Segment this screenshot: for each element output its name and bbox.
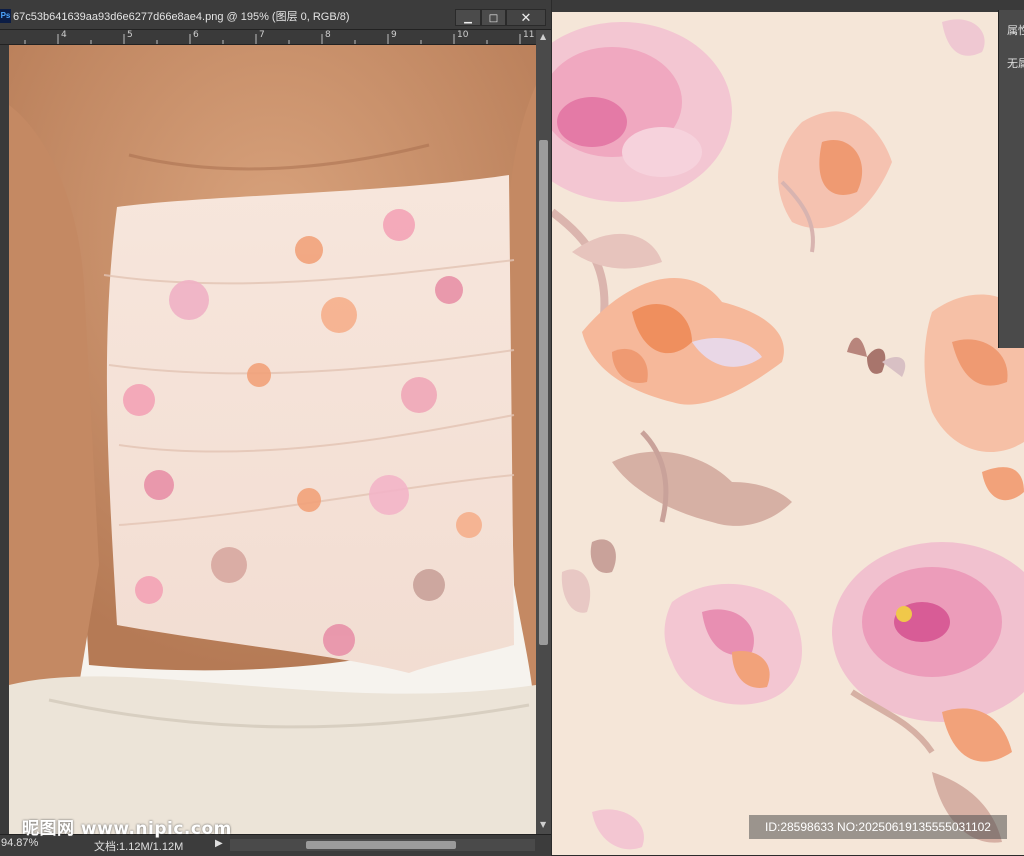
- model-photo: [9, 45, 536, 834]
- properties-panel[interactable]: 属性 无属: [998, 10, 1024, 348]
- pattern-document-area: [552, 0, 1024, 855]
- ruler-label: 11: [523, 30, 535, 40]
- floral-pattern-canvas[interactable]: [552, 12, 1024, 855]
- horizontal-scrollbar[interactable]: [230, 839, 535, 851]
- horizontal-scroll-thumb[interactable]: [306, 841, 456, 849]
- ruler-label: 7: [259, 30, 265, 40]
- minimize-button[interactable]: ▁: [455, 9, 481, 26]
- ruler-label: 4: [61, 30, 67, 40]
- ruler-label: 9: [391, 30, 397, 40]
- horizontal-ruler[interactable]: 4 5 6 7 8 9 10 11: [0, 30, 536, 45]
- vertical-scrollbar[interactable]: ▲ ▼: [536, 30, 551, 834]
- photoshop-icon: Ps: [0, 9, 11, 23]
- image-id-watermark: ID:28598633 NO:20250619135555031102: [749, 815, 1007, 839]
- floral-pattern: [552, 12, 1024, 855]
- ruler-label: 8: [325, 30, 331, 40]
- document-canvas[interactable]: [9, 45, 536, 834]
- maximize-button[interactable]: □: [481, 9, 506, 26]
- vertical-ruler[interactable]: [0, 45, 9, 834]
- scroll-up-icon[interactable]: ▲: [540, 32, 546, 41]
- pattern-ruler[interactable]: [552, 0, 1024, 12]
- ruler-label: 10: [457, 30, 469, 40]
- properties-panel-value: 无属: [1007, 57, 1024, 70]
- scroll-down-icon[interactable]: ▼: [540, 820, 546, 829]
- document-window: Ps 67c53b641639aa93d6e6277d66e8ae4.png @…: [0, 0, 551, 856]
- ruler-label: 5: [127, 30, 133, 40]
- ruler-label: 6: [193, 30, 199, 40]
- status-menu-arrow-icon[interactable]: ▶: [215, 838, 223, 849]
- vertical-scroll-thumb[interactable]: [539, 140, 548, 645]
- ruler-ticks: [24, 34, 521, 44]
- close-button[interactable]: ✕: [506, 9, 546, 26]
- properties-panel-title[interactable]: 属性: [1007, 22, 1024, 38]
- site-watermark: 昵图网 www.nipic.com: [22, 819, 232, 839]
- document-title-bar[interactable]: Ps 67c53b641639aa93d6e6277d66e8ae4.png @…: [0, 0, 551, 30]
- document-title: 67c53b641639aa93d6e6277d66e8ae4.png @ 19…: [13, 11, 350, 23]
- document-size: 文档:1.12M/1.12M: [94, 841, 184, 853]
